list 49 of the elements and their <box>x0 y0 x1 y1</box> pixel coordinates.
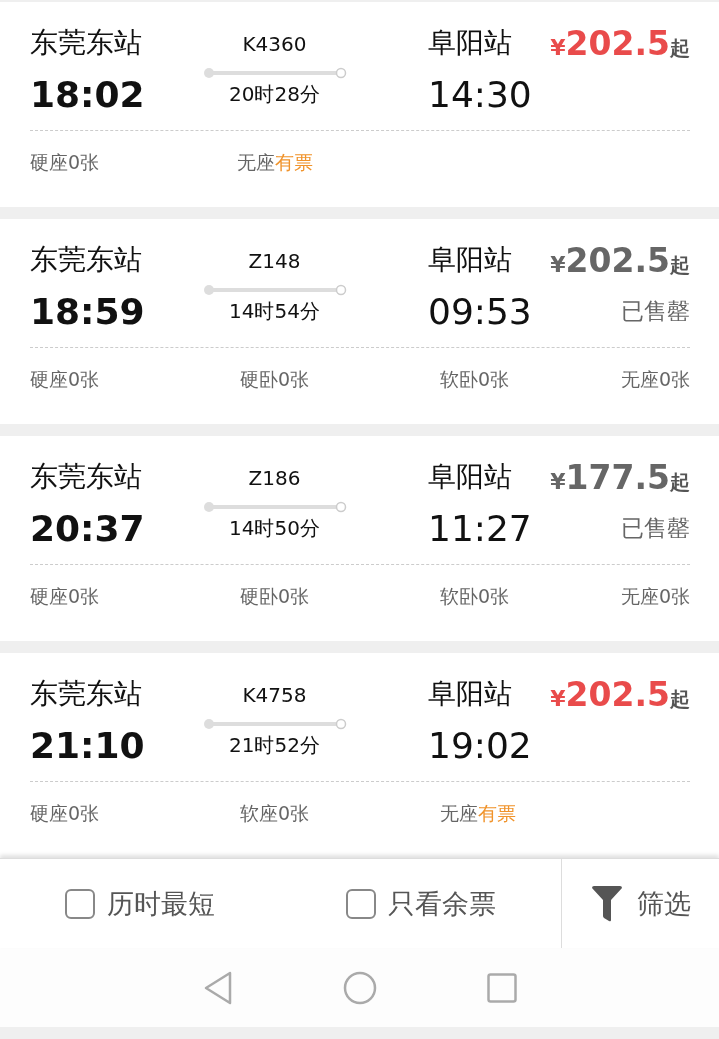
train-card[interactable]: 东莞东站 K4758 阜阳站 ¥202.5起 21:10 21时52分 19:02 硬座0张 软座0张 无座有票 <box>0 653 719 858</box>
train-card[interactable]: 东莞东站 Z186 阜阳站 ¥177.5起 20:37 14时50分 11:27 已售罄 硬座0张 硬卧0张 软卧0张 无座0张 <box>0 436 719 641</box>
seat-availability: 无座0张 <box>620 367 690 393</box>
seat-availability: 无座0张 <box>620 584 690 610</box>
trip-duration: 14时54分 <box>229 298 320 326</box>
train-card[interactable]: 东莞东站 K4360 阜阳站 ¥202.5起 18:02 20时28分 14:30 硬座0张 无座有票 <box>0 2 719 207</box>
checkbox-option[interactable]: 历时最短 <box>65 885 215 922</box>
departure-time: 18:59 <box>30 290 146 334</box>
arrival-time: 09:53 <box>427 290 533 334</box>
departure-time: 20:37 <box>30 507 146 551</box>
ticket-price: ¥202.5起 <box>550 241 690 280</box>
seat-availability: 硬座0张 <box>30 801 101 827</box>
arrival-station: 阜阳站 <box>427 28 513 59</box>
train-number: Z186 <box>248 465 301 490</box>
trip-duration: 20时28分 <box>229 81 320 109</box>
seat-availability: 硬座0张 <box>30 367 101 393</box>
trip-duration: 14时50分 <box>229 515 320 543</box>
seat-availability: 硬卧0张 <box>239 367 310 393</box>
departure-time: 21:10 <box>30 724 146 768</box>
seat-availability: 软座0张 <box>239 801 310 827</box>
seat-availability: 软卧0张 <box>439 367 511 393</box>
train-card[interactable]: 东莞东站 Z148 阜阳站 ¥202.5起 18:59 14时54分 09:53 已售罄 硬座0张 硬卧0张 软卧0张 无座0张 <box>0 219 719 424</box>
arrival-station: 阜阳站 <box>427 679 513 710</box>
sold-out-label: 已售罄 <box>621 514 690 544</box>
arrival-station: 阜阳站 <box>427 462 513 493</box>
train-number: K4360 <box>242 31 307 56</box>
seat-availability: 硬座0张 <box>30 584 101 610</box>
seat-availability: 无座有票 <box>236 150 313 176</box>
departure-time: 18:02 <box>30 73 146 117</box>
departure-station: 东莞东站 <box>30 28 143 59</box>
seat-availability: 硬卧0张 <box>239 584 310 610</box>
seat-availability: 软卧0张 <box>439 584 511 610</box>
arrival-time: 19:02 <box>427 724 533 768</box>
ticket-price: ¥177.5起 <box>550 458 690 497</box>
seat-availability: 硬座0张 <box>30 150 101 176</box>
ticket-price: ¥202.5起 <box>550 675 690 714</box>
arrival-time: 14:30 <box>427 73 533 117</box>
ticket-price: ¥202.5起 <box>550 24 690 63</box>
arrival-time: 11:27 <box>427 507 533 551</box>
arrival-station: 阜阳站 <box>427 245 513 276</box>
train-number: K4758 <box>242 682 307 707</box>
checkbox-option[interactable]: 只看余票 <box>345 885 496 922</box>
trip-duration: 21时52分 <box>229 732 320 760</box>
departure-station: 东莞东站 <box>30 245 143 276</box>
departure-station: 东莞东站 <box>30 462 143 493</box>
departure-station: 东莞东站 <box>30 679 143 710</box>
sold-out-label: 已售罄 <box>621 297 690 327</box>
seat-availability: 无座有票 <box>439 801 517 827</box>
train-number: Z148 <box>248 248 301 273</box>
